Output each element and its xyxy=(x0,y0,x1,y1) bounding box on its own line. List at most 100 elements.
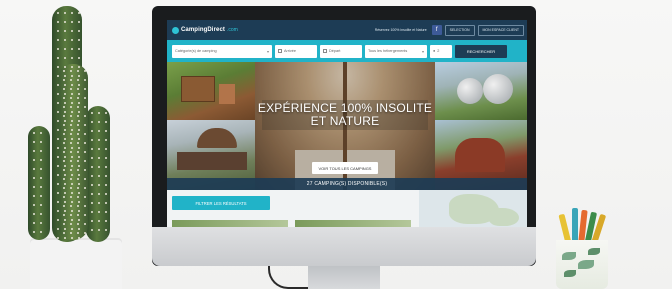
cactus-spine xyxy=(78,219,80,221)
departure-date-placeholder: Départ xyxy=(329,49,341,53)
cactus-spine xyxy=(57,111,59,113)
cactus-spine xyxy=(40,159,42,161)
cactus-spine xyxy=(91,139,93,141)
cactus-spine xyxy=(64,75,66,77)
search-button[interactable]: RECHERCHER xyxy=(455,44,507,58)
cactus-spine xyxy=(105,193,107,195)
cactus-spine xyxy=(70,79,72,81)
filter-results-button[interactable]: FILTRER LES RÉSULTATS xyxy=(172,196,270,210)
guests-value: 2 xyxy=(437,49,440,53)
chevron-down-icon: ▾ xyxy=(421,48,424,54)
calendar-icon xyxy=(323,49,327,53)
cactus-spine xyxy=(33,204,35,206)
cactus-spine xyxy=(64,201,66,203)
cactus-spine xyxy=(84,169,86,171)
cactus-spine xyxy=(91,130,93,132)
person-icon: ● xyxy=(433,49,436,53)
cactus-spine xyxy=(57,75,59,77)
cactus-spine xyxy=(64,156,66,158)
cactus-spine xyxy=(64,84,66,86)
cactus-spine xyxy=(78,111,80,113)
cactus-spine xyxy=(71,237,73,239)
cactus-spine xyxy=(64,102,66,104)
cactus-spine xyxy=(57,12,59,14)
cactus-spine xyxy=(77,70,79,72)
cactus-spine xyxy=(77,205,79,207)
client-account-button[interactable]: MON ESPACE CLIENT xyxy=(477,24,524,36)
cactus-spine xyxy=(70,160,72,162)
cactus-spine xyxy=(40,186,42,188)
cactus-spine xyxy=(91,220,93,222)
selection-button[interactable]: SELECTION xyxy=(444,24,475,36)
cactus-spine xyxy=(64,219,66,221)
cactus-spine xyxy=(77,124,79,126)
results-section: FILTRER LES RÉSULTATS xyxy=(167,190,527,227)
cactus-spine xyxy=(84,160,86,162)
cactus-spine xyxy=(57,219,59,221)
cactus-spine xyxy=(57,120,59,122)
cactus-spine xyxy=(70,205,72,207)
cactus-spine xyxy=(98,130,100,132)
cactus-spine xyxy=(33,159,35,161)
cactus-spine xyxy=(84,88,86,90)
facebook-icon[interactable]: f xyxy=(431,25,442,35)
cactus-spine xyxy=(84,151,86,153)
cactus-spine xyxy=(40,168,42,170)
cactus-spine xyxy=(70,142,72,144)
cactus-spine xyxy=(40,204,42,206)
category-select[interactable]: Catégorie(s) de camping ▾ xyxy=(172,44,272,58)
cactus-spine xyxy=(71,84,73,86)
cactus-spine xyxy=(70,88,72,90)
cactus-spine xyxy=(63,196,65,198)
cactus-spine xyxy=(64,228,66,230)
arrival-date-field[interactable]: Arrivée xyxy=(275,44,317,58)
guests-field[interactable]: ● 2 xyxy=(430,44,452,58)
cactus-spine xyxy=(84,187,86,189)
cactus-spine xyxy=(70,169,72,171)
lodging-select-value: Tous les hébergements xyxy=(368,49,408,53)
cactus-spine xyxy=(57,228,59,230)
cactus-spine xyxy=(57,57,59,59)
cactus-spine xyxy=(78,75,80,77)
cactus-spine xyxy=(78,183,80,185)
view-all-campings-button[interactable]: VOIR TOUS LES CAMPINGS xyxy=(312,162,378,174)
cactus-spine xyxy=(64,138,66,140)
lodging-select[interactable]: Tous les hébergements ▾ xyxy=(365,44,427,58)
cactus-spine xyxy=(57,84,59,86)
result-card-image[interactable] xyxy=(172,220,288,227)
cactus-spine xyxy=(78,39,80,41)
results-map[interactable] xyxy=(419,190,527,227)
cactus-spine xyxy=(71,75,73,77)
cactus-spine xyxy=(57,147,59,149)
cactus-spine xyxy=(71,120,73,122)
cactus-spine xyxy=(84,223,86,225)
cactus-spine xyxy=(63,232,65,234)
cactus-spine xyxy=(78,210,80,212)
cactus-spine xyxy=(105,130,107,132)
cactus-spine xyxy=(98,202,100,204)
cactus-spine xyxy=(40,213,42,215)
cactus-spine xyxy=(64,147,66,149)
cactus-spine xyxy=(98,112,100,114)
departure-date-field[interactable]: Départ xyxy=(320,44,362,58)
cactus-spine xyxy=(105,148,107,150)
result-card-image[interactable] xyxy=(295,220,411,227)
cactus-spine xyxy=(57,66,59,68)
cactus-spine xyxy=(57,237,59,239)
site-header: CampingDirect .com Réservez 100% insolit… xyxy=(167,20,527,40)
monitor-chin xyxy=(152,227,536,266)
cactus-spine xyxy=(84,106,86,108)
cactus-spine xyxy=(71,201,73,203)
cactus-spine xyxy=(63,133,65,135)
logo-mark-icon xyxy=(172,26,179,34)
cactus-spine xyxy=(70,214,72,216)
cactus-spine xyxy=(105,229,107,231)
cactus-spine xyxy=(78,192,80,194)
cactus-spine xyxy=(57,156,59,158)
available-count: 27 CAMPING(S) DISPONIBLE(S) xyxy=(167,178,527,190)
cactus-spine xyxy=(64,165,66,167)
cactus-spine xyxy=(63,88,65,90)
site-logo[interactable]: CampingDirect .com xyxy=(172,26,238,34)
cactus-spine xyxy=(71,156,73,158)
cactus-spine xyxy=(71,174,73,176)
